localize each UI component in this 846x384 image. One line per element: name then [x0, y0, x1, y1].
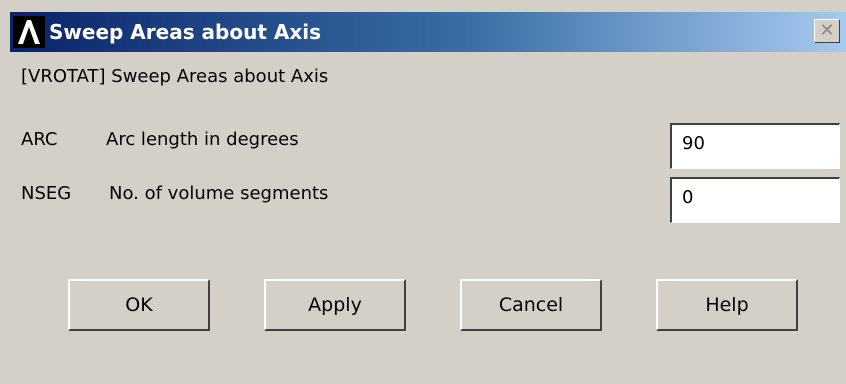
param-name-arc: ARC: [21, 129, 58, 150]
param-desc-arc: Arc length in degrees: [106, 129, 299, 150]
sweep-areas-dialog: Sweep Areas about Axis ✕ [VROTAT] Sweep …: [0, 0, 846, 384]
close-icon: ✕: [819, 20, 835, 41]
ansys-logo-icon: [13, 16, 45, 48]
help-button[interactable]: Help: [656, 279, 798, 331]
arc-input[interactable]: 90: [670, 123, 840, 169]
param-desc-nseg: No. of volume segments: [109, 183, 329, 204]
apply-button-label: Apply: [308, 294, 362, 316]
cancel-button-label: Cancel: [498, 294, 564, 316]
nseg-input[interactable]: 0: [670, 177, 840, 223]
close-button[interactable]: ✕: [814, 19, 840, 43]
window-title: Sweep Areas about Axis: [49, 20, 322, 44]
ok-button[interactable]: OK: [68, 279, 210, 331]
apply-button[interactable]: Apply: [264, 279, 406, 331]
help-button-label: Help: [705, 294, 749, 316]
title-bar[interactable]: Sweep Areas about Axis ✕: [10, 12, 846, 52]
command-subtitle: [VROTAT] Sweep Areas about Axis: [21, 66, 329, 87]
param-name-nseg: NSEG: [21, 183, 72, 204]
ok-button-label: OK: [125, 294, 153, 316]
cancel-button[interactable]: Cancel: [460, 279, 602, 331]
